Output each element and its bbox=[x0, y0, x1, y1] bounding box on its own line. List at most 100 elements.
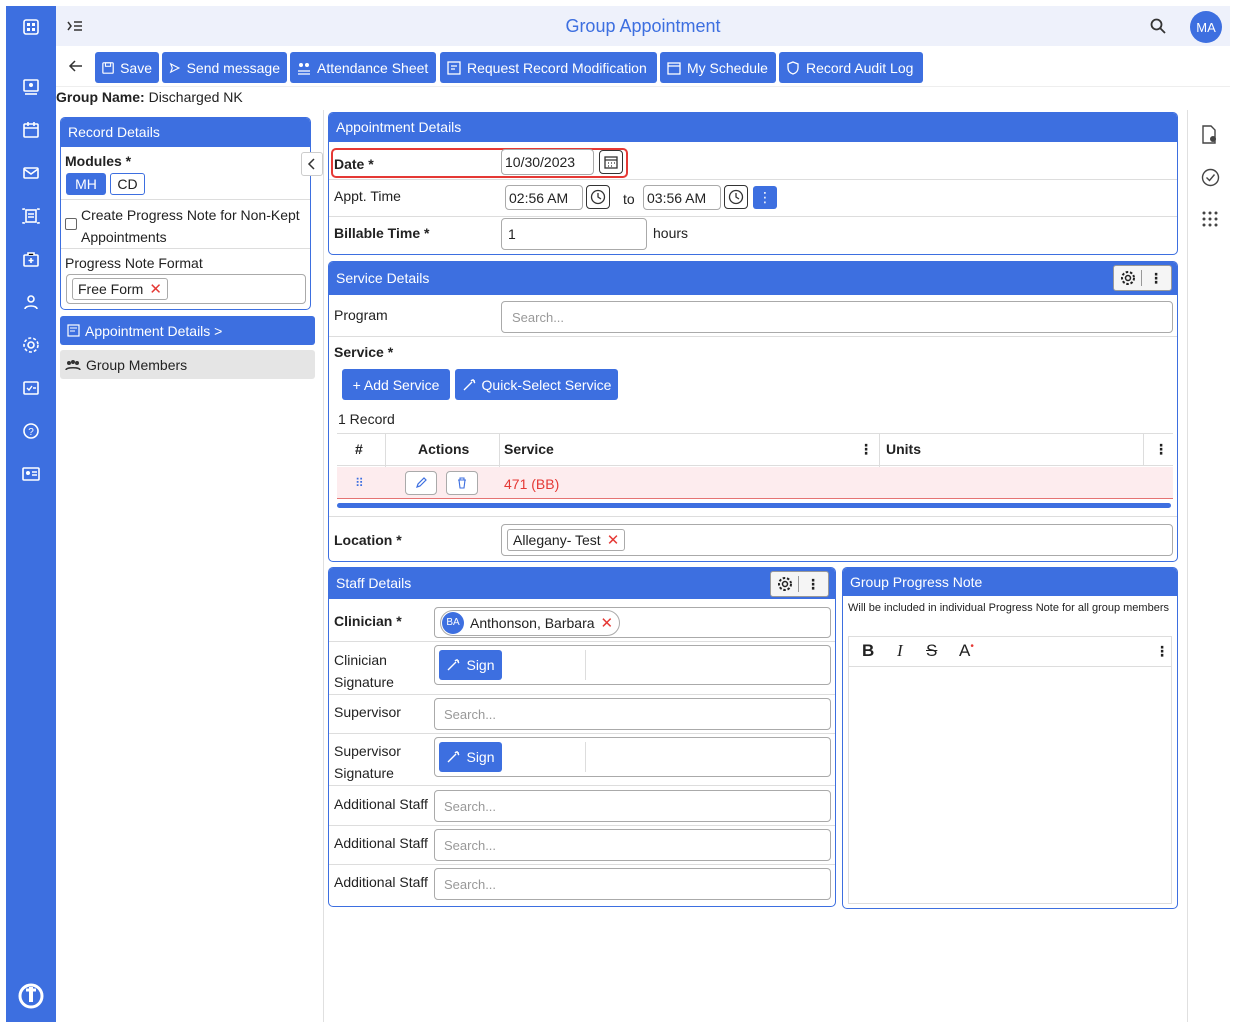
editor-more-icon[interactable]: ⋮ bbox=[1155, 643, 1169, 660]
drag-handle-icon[interactable]: ⠿ bbox=[355, 476, 364, 490]
record-details-header: Record Details bbox=[61, 118, 310, 147]
remove-icon[interactable]: ✕ bbox=[149, 280, 162, 298]
clinician-chip: BA Anthonson, Barbara ✕ bbox=[440, 609, 621, 636]
text-color-icon[interactable]: A• bbox=[959, 641, 974, 661]
group-progress-note-panel: Group Progress Note Will be included in … bbox=[842, 567, 1178, 909]
program-search-input[interactable]: Search... bbox=[501, 301, 1173, 333]
divider bbox=[329, 336, 1177, 337]
additional-staff-label: Additional Staff bbox=[334, 835, 428, 851]
attendance-sheet-button[interactable]: Attendance Sheet bbox=[290, 52, 436, 83]
divider bbox=[329, 641, 835, 642]
date-input[interactable]: 10/30/2023 bbox=[501, 149, 594, 175]
horizontal-scrollbar[interactable] bbox=[337, 503, 1171, 508]
document-settings-icon[interactable] bbox=[1201, 125, 1219, 145]
location-select[interactable]: Allegany- Test ✕ bbox=[501, 524, 1173, 556]
check-circle-icon[interactable] bbox=[1201, 168, 1220, 187]
document-scan-icon[interactable] bbox=[20, 205, 42, 227]
strikethrough-icon[interactable]: S bbox=[926, 641, 937, 661]
settings-icon[interactable] bbox=[771, 576, 799, 592]
record-audit-log-button[interactable]: Record Audit Log bbox=[779, 52, 923, 83]
clinician-signature-label: Clinician Signature bbox=[334, 652, 394, 690]
supervisor-sign-button[interactable]: Sign bbox=[439, 742, 502, 772]
checklist-icon[interactable] bbox=[20, 377, 42, 399]
id-card-icon[interactable] bbox=[20, 463, 42, 485]
user-avatar[interactable]: MA bbox=[1190, 11, 1222, 43]
my-schedule-button[interactable]: My Schedule bbox=[660, 52, 776, 83]
more-options-icon[interactable]: ⋮ bbox=[753, 186, 777, 209]
calendar-icon[interactable] bbox=[20, 119, 42, 141]
divider bbox=[329, 785, 835, 786]
monitor-user-icon[interactable] bbox=[20, 76, 42, 98]
to-label: to bbox=[623, 191, 635, 207]
send-message-button[interactable]: Send message bbox=[162, 52, 287, 83]
column-header: # bbox=[355, 441, 363, 457]
mail-icon[interactable] bbox=[20, 162, 42, 184]
rich-text-editor[interactable]: B I S A• ⋮ bbox=[848, 636, 1172, 904]
billable-time-input[interactable]: 1 bbox=[501, 218, 647, 250]
divider bbox=[329, 694, 835, 695]
help-icon[interactable]: ? bbox=[20, 420, 42, 442]
format-select[interactable]: Free Form ✕ bbox=[66, 274, 306, 304]
edit-icon[interactable] bbox=[405, 471, 437, 495]
kebab-menu-icon[interactable]: ⋮ bbox=[1142, 270, 1170, 287]
additional-staff-input[interactable]: Search... bbox=[434, 790, 831, 822]
clock-icon[interactable] bbox=[586, 185, 610, 209]
record-count: 1 Record bbox=[338, 411, 395, 427]
italic-icon[interactable]: I bbox=[897, 641, 903, 661]
billable-time-label: Billable Time * bbox=[334, 225, 430, 241]
calendar-picker-icon[interactable] bbox=[599, 150, 623, 174]
appointment-details-panel: Appointment Details Date * 10/30/2023 Ap… bbox=[328, 112, 1178, 255]
user-icon[interactable] bbox=[20, 291, 42, 313]
apps-grid-icon[interactable] bbox=[1202, 211, 1218, 227]
delete-icon[interactable] bbox=[446, 471, 478, 495]
location-label: Location * bbox=[334, 532, 402, 548]
supervisor-label: Supervisor bbox=[334, 704, 401, 720]
sign-icon bbox=[447, 659, 460, 671]
hours-label: hours bbox=[653, 225, 689, 241]
calendar-icon bbox=[667, 61, 681, 75]
column-menu-icon[interactable]: ⋮ bbox=[859, 441, 873, 458]
magic-wand-icon bbox=[463, 378, 476, 390]
nav-group-members[interactable]: Group Members bbox=[60, 350, 315, 379]
collapse-chevron-icon[interactable] bbox=[301, 152, 323, 176]
create-note-checkbox[interactable] bbox=[65, 218, 77, 230]
medical-bag-icon[interactable] bbox=[20, 248, 42, 270]
column-menu-icon[interactable]: ⋮ bbox=[1154, 441, 1168, 458]
clinician-avatar: BA bbox=[442, 611, 464, 634]
divider bbox=[329, 216, 1177, 217]
kebab-menu-icon[interactable]: ⋮ bbox=[799, 576, 827, 593]
clinician-sign-button[interactable]: Sign bbox=[439, 650, 502, 680]
staff-details-panel: Staff Details ⋮ Clinician * BA Anthonson… bbox=[328, 567, 836, 907]
back-arrow-icon[interactable] bbox=[68, 58, 84, 74]
save-button[interactable]: Save bbox=[95, 52, 159, 83]
side-rail: ? bbox=[6, 6, 56, 1022]
search-icon[interactable] bbox=[1149, 17, 1167, 35]
request-record-modification-button[interactable]: Request Record Modification bbox=[440, 52, 657, 83]
remove-icon[interactable]: ✕ bbox=[607, 531, 620, 549]
remove-icon[interactable]: ✕ bbox=[601, 614, 614, 632]
settings-icon[interactable] bbox=[1114, 270, 1142, 286]
end-time-input[interactable]: 03:56 AM bbox=[643, 185, 721, 210]
gear-icon[interactable] bbox=[20, 334, 42, 356]
module-mh-toggle[interactable]: MH bbox=[66, 173, 106, 195]
quick-select-service-button[interactable]: Quick-Select Service bbox=[455, 369, 618, 400]
column-header: Actions bbox=[418, 441, 470, 457]
grid-icon[interactable] bbox=[20, 16, 42, 38]
additional-staff-input[interactable]: Search... bbox=[434, 868, 831, 900]
additional-staff-input[interactable]: Search... bbox=[434, 829, 831, 861]
bold-icon[interactable]: B bbox=[862, 641, 874, 661]
clock-icon[interactable] bbox=[724, 185, 748, 209]
module-cd-toggle[interactable]: CD bbox=[110, 173, 145, 195]
modules-label: Modules * bbox=[65, 153, 132, 169]
clinician-select[interactable]: BA Anthonson, Barbara ✕ bbox=[434, 607, 831, 638]
supervisor-signature-field: Sign bbox=[434, 737, 831, 777]
save-icon bbox=[102, 61, 114, 74]
divider bbox=[329, 516, 1177, 517]
start-time-input[interactable]: 02:56 AM bbox=[505, 185, 583, 210]
add-service-button[interactable]: + Add Service bbox=[342, 369, 450, 400]
nav-appointment-details[interactable]: Appointment Details > bbox=[60, 316, 315, 345]
supervisor-search-input[interactable]: Search... bbox=[434, 698, 831, 730]
clinician-label: Clinician * bbox=[334, 613, 402, 629]
group-icon bbox=[65, 359, 81, 370]
divider bbox=[61, 199, 310, 200]
